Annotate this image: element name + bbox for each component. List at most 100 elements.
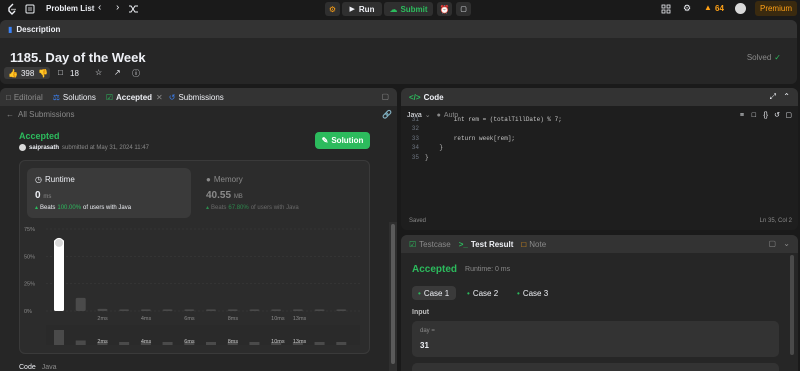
x-tick-label: 6ms <box>184 316 195 322</box>
share-icon[interactable]: ↗ <box>114 68 121 77</box>
timer-button[interactable]: ⏰ <box>437 2 452 16</box>
x-tick-label: 4ms <box>141 316 152 322</box>
mini-bar <box>119 342 130 345</box>
maximize-icon[interactable]: ▢ <box>381 92 389 101</box>
runtime-card[interactable]: ◷ Runtime 0 ms ▴ Beats 100.00% of users … <box>27 168 191 218</box>
input-var-value: 31 <box>420 341 429 350</box>
tab-accepted[interactable]: Accepted <box>116 93 152 102</box>
case-tab-1[interactable]: • Case 1 <box>412 286 456 300</box>
editorial-icon: □ <box>6 92 11 102</box>
distribution-bar <box>292 309 303 311</box>
tab-editorial[interactable]: Editorial <box>14 93 43 102</box>
scrollbar-track[interactable] <box>389 222 397 371</box>
premium-button[interactable]: Premium <box>755 1 797 16</box>
flask-icon: ⚖ <box>52 92 60 102</box>
notes-button[interactable]: ▢ <box>456 2 471 16</box>
collapse-icon[interactable]: ⌄ <box>783 239 790 248</box>
problem-title[interactable]: 1185. Day of the Week <box>10 50 146 65</box>
debug-button[interactable]: ⚙ <box>325 2 340 16</box>
layout-grid-icon[interactable] <box>661 4 671 14</box>
distribution-bar <box>336 309 347 311</box>
mini-bar <box>75 340 86 345</box>
case-tab-2[interactable]: • Case 2 <box>463 286 507 300</box>
y-tick-label: 50% <box>24 254 35 260</box>
mini-x-tick-label: 2ms <box>97 339 108 345</box>
back-link[interactable]: ← All Submissions <box>6 110 74 119</box>
thumbs-down-icon[interactable]: 👎 <box>38 69 48 78</box>
distribution-bar <box>97 308 108 311</box>
test-scrollbar[interactable] <box>789 255 795 369</box>
code-line: 31 int rem = (totalTillDate) % 7; <box>411 116 562 123</box>
chevron-left-icon[interactable]: ‹ <box>98 2 101 13</box>
terminal-icon: >_ <box>458 239 468 249</box>
thumbs-up-icon[interactable]: 👍 <box>8 69 18 78</box>
beats-icon: ▴ <box>206 205 210 211</box>
input-box[interactable]: day = 31 <box>412 321 779 357</box>
settings-gear-icon[interactable]: ⚙ <box>683 3 691 14</box>
distribution-bar <box>314 309 325 311</box>
expand-icon[interactable]: ⤢ <box>770 92 776 102</box>
distribution-bar <box>271 309 282 311</box>
arrow-left-icon: ← <box>6 110 14 119</box>
tab-test-result[interactable]: Test Result <box>471 240 514 249</box>
mini-x-tick-label: 13ms <box>293 339 307 345</box>
distribution-bar <box>140 309 151 311</box>
clock-icon: ◷ <box>35 175 42 184</box>
collapse-icon[interactable]: ⌃ <box>783 92 790 101</box>
tab-note[interactable]: Note <box>529 240 546 249</box>
play-icon: ▶ <box>349 6 355 13</box>
code-line: 32 <box>411 125 419 133</box>
avatar[interactable] <box>735 3 746 14</box>
code-line: 34 } <box>411 144 444 152</box>
code-line: 35} <box>411 153 429 161</box>
tab-testcase[interactable]: Testcase <box>419 240 451 249</box>
star-icon[interactable]: ☆ <box>95 68 102 77</box>
tab-solutions[interactable]: Solutions <box>63 93 96 102</box>
case-tab-3[interactable]: • Case 3 <box>513 286 557 300</box>
runtime-beats: ▴ Beats 100.00% of users with Java <box>35 204 132 212</box>
y-tick-label: 0% <box>24 309 32 315</box>
tab-submissions[interactable]: Submissions <box>178 93 223 102</box>
distribution-bar <box>75 297 86 311</box>
close-tab-icon[interactable]: ✕ <box>156 93 163 102</box>
run-button[interactable]: ▶ Run <box>342 2 382 16</box>
mini-bar <box>54 330 64 345</box>
leetcode-logo-icon[interactable] <box>6 3 18 15</box>
test-scrollbar-thumb[interactable] <box>790 255 794 355</box>
expand-icon[interactable]: ▢ <box>768 239 776 248</box>
link-icon[interactable]: 🔗 <box>382 110 392 119</box>
solution-button[interactable]: ✎ Solution <box>315 132 370 149</box>
fire-icon[interactable]: ▲ <box>704 3 712 12</box>
comment-icon[interactable]: □ <box>58 68 63 77</box>
result-runtime: Runtime: 0 ms <box>465 266 511 273</box>
mini-bar <box>314 342 325 345</box>
list-icon[interactable] <box>24 3 36 15</box>
distribution-bar <box>54 239 64 311</box>
code-line: 33 return week[rem]; <box>411 134 516 142</box>
distribution-bar <box>249 309 260 311</box>
submit-button[interactable]: ☁ Submit <box>384 2 433 16</box>
distribution-bar <box>184 309 195 311</box>
problem-list-link[interactable]: Problem List <box>46 4 94 13</box>
tab-description[interactable]: Description <box>16 25 60 34</box>
tab-code[interactable]: Code <box>424 93 444 102</box>
test-result-panel: ☑ Testcase >_ Test Result □ Note ▢ ⌄ Acc… <box>401 235 798 371</box>
solved-status: Solved ✓ <box>746 53 781 62</box>
help-icon[interactable]: ⓘ <box>132 68 140 79</box>
username[interactable]: saiprasath <box>29 145 59 151</box>
checkbox-icon: ☑ <box>409 239 417 249</box>
distribution-bar <box>206 309 216 311</box>
memory-card[interactable]: ● Memory 40.55 MB ▴ Beats 67.80% of user… <box>200 168 364 218</box>
code-editor[interactable]: 31 int rem = (totalTillDate) % 7; 32 33 … <box>401 116 798 170</box>
history-icon: ↺ <box>168 92 176 102</box>
mini-bar <box>249 342 260 345</box>
description-panel: ▮ Description 1185. Day of the Week Solv… <box>0 20 797 84</box>
verdict: Accepted <box>19 131 60 141</box>
description-tab-bar: ▮ Description <box>0 20 797 38</box>
chevron-right-icon[interactable]: › <box>116 2 119 13</box>
shuffle-icon[interactable] <box>128 4 139 14</box>
comments-count: 18 <box>70 69 79 78</box>
mini-bar <box>336 342 347 345</box>
submitter-line: saiprasath submitted at May 31, 2024 11:… <box>19 144 149 151</box>
scrollbar-thumb[interactable] <box>391 224 395 364</box>
